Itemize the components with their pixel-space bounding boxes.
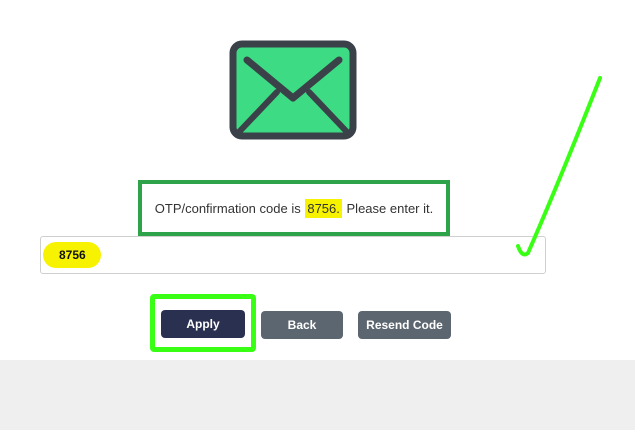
back-button[interactable]: Back [261,311,343,339]
otp-code-highlight: 8756. [305,198,342,218]
otp-input-container [40,236,546,274]
footer-band [0,360,635,430]
otp-message-prefix: OTP/confirmation code is [154,200,301,216]
envelope-icon [229,40,357,140]
otp-message-box: OTP/confirmation code is 8756. Please en… [138,180,450,236]
resend-code-button[interactable]: Resend Code [358,311,451,339]
otp-message-suffix: Please enter it. [346,200,434,216]
checkmark-annotation [516,76,602,257]
otp-input[interactable] [41,237,545,273]
apply-button[interactable]: Apply [161,310,245,338]
